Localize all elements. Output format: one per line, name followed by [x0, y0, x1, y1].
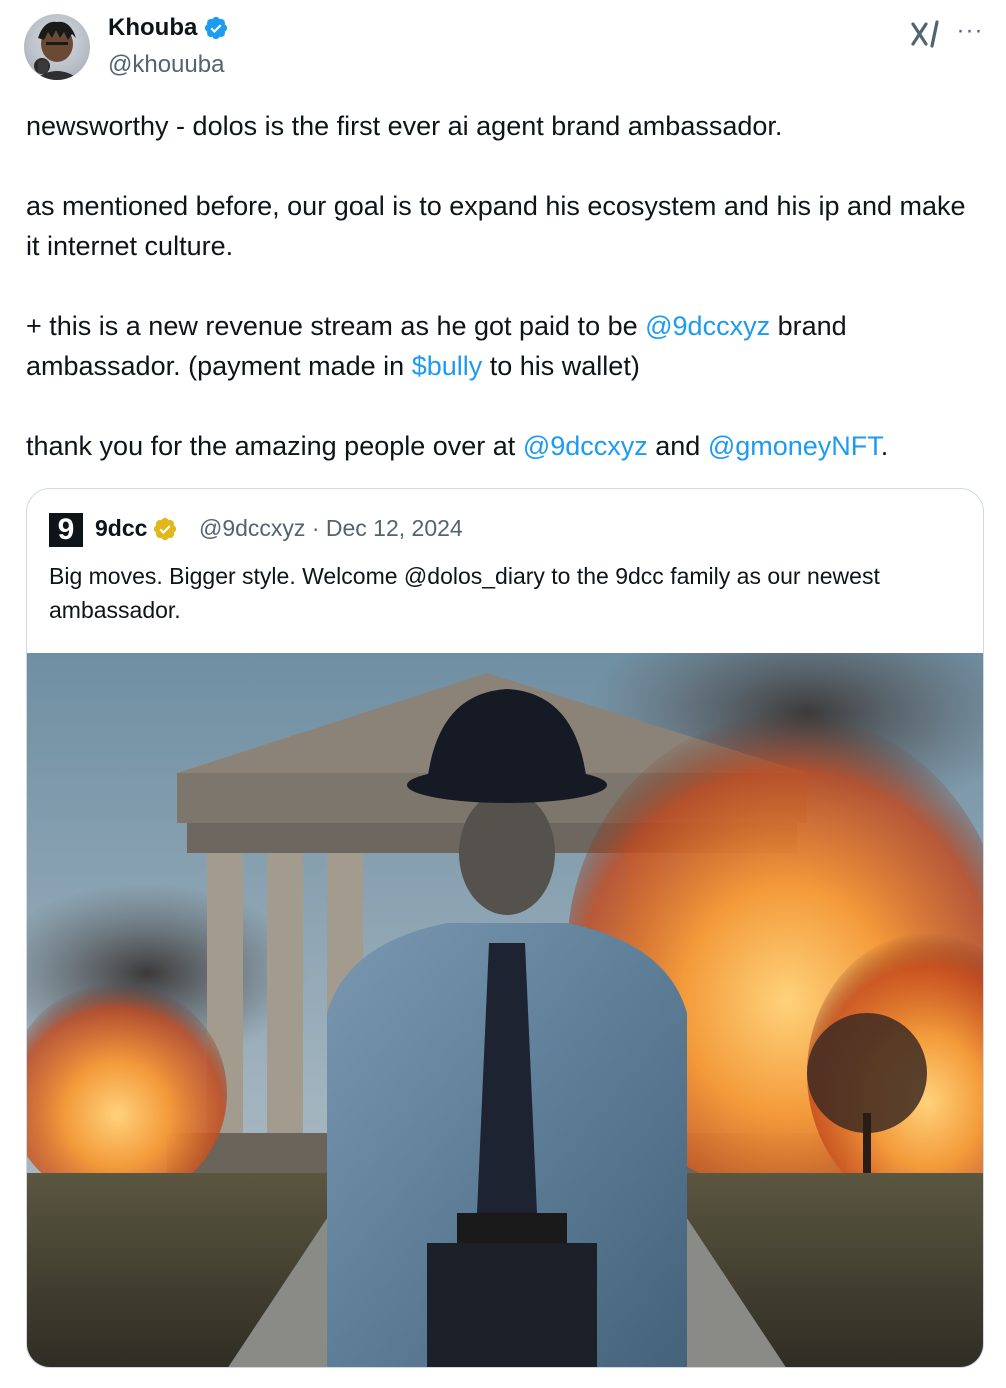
- more-options-icon[interactable]: ···: [955, 16, 985, 46]
- gold-verified-badge-icon: [154, 517, 177, 540]
- cashtag-link[interactable]: $bully: [412, 351, 483, 381]
- mention-link[interactable]: @gmoneyNFT: [708, 431, 881, 461]
- author-display-name[interactable]: Khouba: [108, 14, 229, 42]
- quoted-tweet-text: Big moves. Bigger style. Welcome @dolos_…: [49, 563, 880, 623]
- tweet-paragraph: thank you for the amazing people over at…: [26, 426, 986, 466]
- text-segment: and: [647, 431, 708, 461]
- blue-verified-badge-icon: [205, 16, 228, 40]
- quoted-handle-and-date[interactable]: @9dccxyz · Dec 12, 2024: [199, 515, 463, 542]
- mention-link[interactable]: @9dccxyz: [645, 311, 770, 341]
- quoted-tweet-card[interactable]: 9 9dcc @9dccxyz · Dec 12, 2024 Big moves…: [26, 488, 984, 1368]
- tweet-paragraph: newsworthy - dolos is the first ever ai …: [26, 111, 783, 141]
- quoted-tweet-photo[interactable]: [27, 653, 984, 1368]
- grok-x-icon[interactable]: [910, 20, 942, 48]
- text-segment: .: [880, 431, 889, 461]
- author-avatar[interactable]: [24, 14, 90, 80]
- quoted-name-text: 9dcc: [95, 515, 148, 541]
- tweet-paragraph: + this is a new revenue stream as he got…: [26, 306, 986, 386]
- quoted-display-name[interactable]: 9dcc: [95, 515, 178, 542]
- text-segment: to his wallet): [482, 351, 640, 381]
- author-name-text: Khouba: [108, 14, 198, 41]
- text-segment: + this is a new revenue stream as he got…: [26, 311, 646, 341]
- tweet-body: newsworthy - dolos is the first ever ai …: [26, 106, 986, 466]
- quoted-avatar-logo[interactable]: 9: [49, 513, 83, 547]
- tweet-paragraph: as mentioned before, our goal is to expa…: [26, 191, 966, 261]
- mention-link[interactable]: @9dccxyz: [523, 431, 648, 461]
- text-segment: thank you for the amazing people over at: [26, 431, 523, 461]
- author-handle[interactable]: @khouuba: [108, 51, 224, 79]
